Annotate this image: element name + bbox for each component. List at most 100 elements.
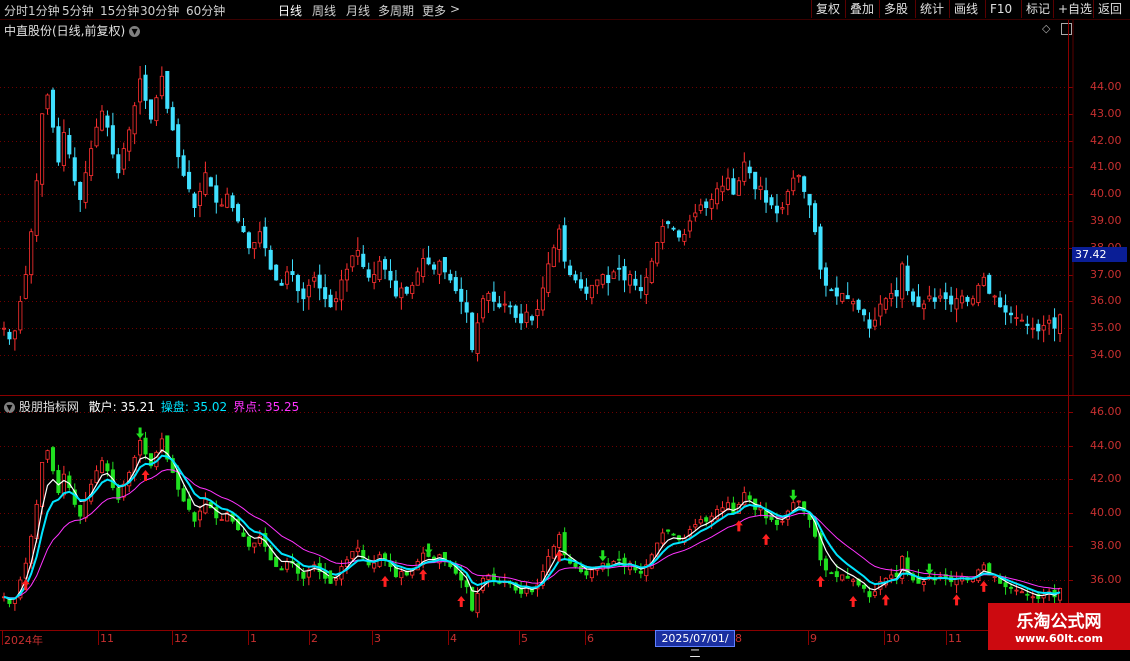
ind-candle-body	[551, 546, 556, 559]
indicator-y-tick-label: 42.00	[1090, 472, 1122, 485]
candle-body	[431, 264, 437, 270]
down-arrow-icon	[136, 427, 145, 439]
date-axis-label: 11	[948, 632, 962, 645]
candle-body	[535, 309, 540, 317]
candle-body	[627, 274, 633, 286]
ind-candle-body	[246, 536, 251, 547]
candle-body	[61, 132, 66, 166]
candle-body	[813, 203, 818, 233]
candle-body	[606, 274, 611, 284]
candle-body	[671, 227, 676, 230]
candle-body	[339, 279, 344, 301]
candle-body	[791, 177, 796, 192]
ind-candle-body	[350, 551, 355, 559]
ind-candle-body	[774, 519, 779, 525]
candle-body	[557, 228, 562, 250]
candle-body	[372, 274, 377, 283]
ind-candle-body	[840, 574, 845, 581]
up-arrow-icon	[762, 533, 771, 545]
candle-body	[89, 148, 94, 176]
date-axis-label: 5	[521, 632, 528, 645]
candle-body	[219, 204, 224, 207]
ind-candle-body	[138, 440, 143, 456]
main-y-tick-label: 39.00	[1090, 214, 1122, 227]
candle-body	[18, 300, 23, 331]
candle-body	[159, 75, 164, 97]
candle-body	[747, 166, 752, 174]
candle-body	[464, 302, 469, 313]
candle-body	[279, 282, 284, 286]
candle-body	[312, 276, 317, 282]
ind-candle-body	[301, 571, 306, 579]
candle-body	[682, 233, 687, 242]
ind-candle-body	[50, 447, 56, 472]
candle-body	[758, 185, 763, 191]
candle-body	[943, 292, 948, 300]
indicator-y-tick-label: 40.00	[1090, 506, 1122, 519]
candle-body	[573, 274, 578, 281]
candle-body	[399, 287, 404, 299]
candle-body	[208, 177, 213, 187]
candle-body	[132, 105, 137, 135]
date-axis-label: 9	[810, 632, 817, 645]
candle-body	[774, 205, 779, 214]
candle-body	[551, 247, 556, 267]
ind-candle-body	[666, 529, 671, 532]
up-arrow-icon	[952, 594, 961, 606]
candle-body	[568, 265, 573, 275]
candle-body	[981, 276, 986, 286]
candle-body	[421, 258, 426, 278]
ind-candle-body	[355, 547, 360, 553]
candle-body	[388, 270, 393, 281]
candle-body	[731, 178, 736, 195]
ind-candle-body	[731, 502, 736, 514]
candle-body	[693, 212, 698, 218]
watermark-title: 乐淘公式网	[1016, 612, 1102, 632]
candle-body	[764, 190, 769, 203]
candle-body	[252, 242, 257, 250]
candle-body	[263, 226, 268, 249]
candle-body	[725, 177, 730, 190]
candle-body	[437, 260, 442, 275]
main-y-tick-label: 35.00	[1090, 321, 1122, 334]
candle-body	[1, 327, 7, 330]
candle-body	[562, 225, 567, 262]
down-arrow-icon	[925, 563, 934, 575]
ind-candle-body	[889, 574, 894, 579]
ind-candle-body	[475, 593, 480, 614]
candle-body	[1057, 314, 1063, 334]
candle-body	[176, 124, 181, 158]
candle-body	[932, 297, 937, 302]
date-axis-label: 11	[100, 632, 114, 645]
candle-body	[453, 277, 458, 292]
candle-body	[1030, 327, 1035, 330]
candle-body	[274, 264, 279, 281]
candle-body	[644, 276, 649, 295]
ind-candle-body	[823, 558, 828, 571]
down-arrow-icon	[598, 550, 607, 562]
candle-body	[823, 267, 828, 286]
candle-body	[600, 274, 605, 285]
ind-candle-body	[693, 524, 698, 528]
candle-body	[78, 182, 83, 200]
candle-body	[655, 242, 660, 264]
ind-candle-body	[83, 498, 88, 519]
ind-candle-body	[192, 512, 197, 522]
candle-body	[72, 157, 77, 182]
candle-body	[921, 303, 926, 310]
ind-candle-body	[867, 591, 872, 598]
candle-body	[165, 70, 170, 109]
candle-body	[617, 267, 622, 270]
candle-body	[344, 268, 349, 281]
candle-body	[611, 271, 616, 280]
ind-candle-body	[698, 519, 703, 524]
candle-body	[393, 280, 398, 297]
ind-candle-body	[45, 450, 50, 460]
price-chart[interactable]	[0, 0, 1130, 650]
up-arrow-icon	[381, 575, 390, 587]
up-arrow-icon	[816, 575, 825, 587]
candle-body	[949, 295, 954, 305]
candle-body	[742, 161, 747, 182]
date-axis-label: 4	[450, 632, 457, 645]
candle-body	[753, 171, 758, 190]
